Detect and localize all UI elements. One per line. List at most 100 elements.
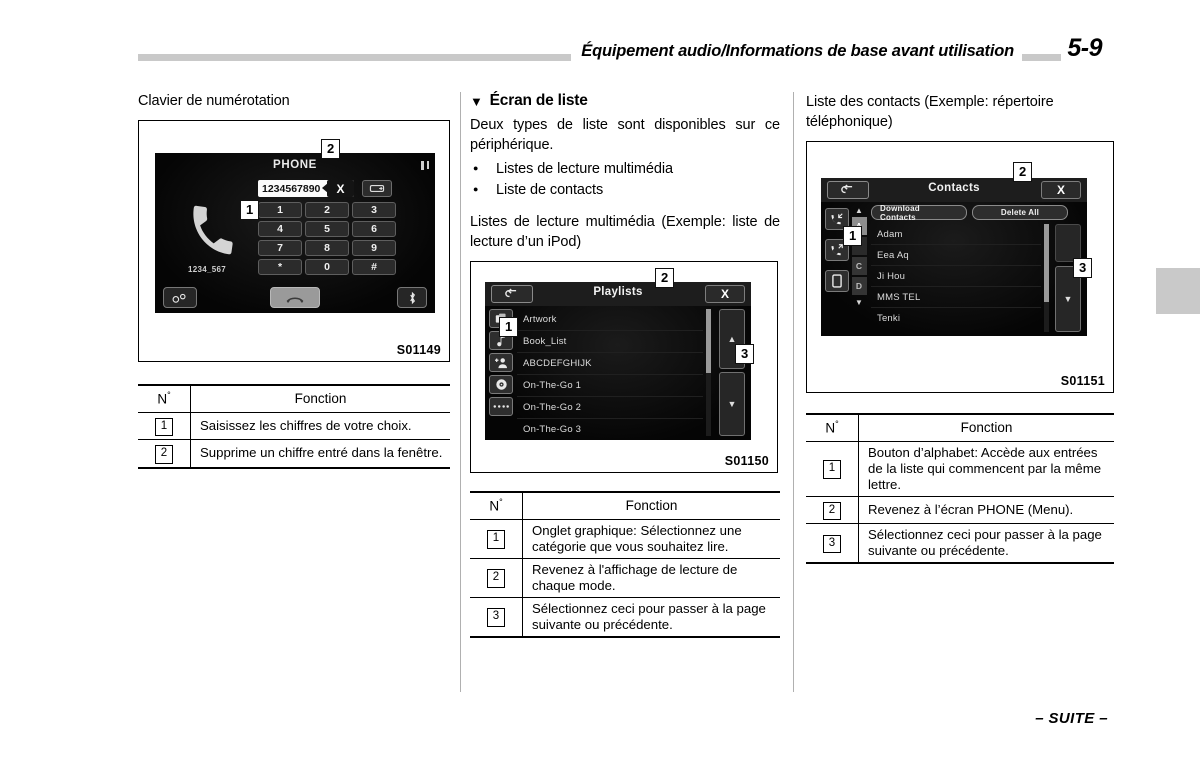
close-icon[interactable]: X (705, 285, 745, 303)
key-hash[interactable]: # (352, 259, 396, 275)
key-star[interactable]: * (258, 259, 302, 275)
key-4[interactable]: 4 (258, 221, 302, 237)
col-header-function: Fonction (190, 384, 450, 413)
key-8[interactable]: 8 (305, 240, 349, 256)
row-num-badge: 1 (487, 530, 505, 549)
column-divider-1 (460, 92, 461, 692)
col-header-number: N° (138, 384, 191, 413)
page-title: Équipement audio/Informations de base av… (571, 42, 1022, 61)
list-item: Listes de lecture multimédia (470, 158, 780, 180)
row-num-badge: 3 (487, 608, 505, 627)
table-row: 3 Sélectionnez ceci pour passer à la pag… (470, 596, 780, 638)
row-num-badge: 1 (823, 460, 841, 479)
scrollbar-thumb[interactable] (706, 309, 711, 373)
left-function-table: N° Fonction 1 Saisissez les chiffres de … (138, 384, 450, 469)
row-num-badge: 3 (823, 534, 841, 554)
row-text: Sélectionnez ceci pour passer à la page … (858, 523, 1114, 564)
delete-all-button[interactable]: Delete All (972, 205, 1068, 220)
right-section-heading: Liste des contacts (Exemple: répertoire … (806, 94, 1054, 130)
alpha-item-d[interactable]: D (851, 277, 867, 295)
list-item[interactable]: Adam (871, 224, 1041, 245)
list-item[interactable]: Eea Aq (871, 245, 1041, 266)
sub-number-label: 1234_567 (188, 265, 226, 274)
col-header-function: Fonction (858, 413, 1114, 442)
callout-2: 2 (1013, 162, 1033, 182)
person-icon[interactable] (489, 353, 513, 372)
list-item[interactable]: On-The-Go 1 (517, 375, 703, 397)
keypad-grid[interactable]: 1 2 3 4 5 6 7 8 9 * 0 # (258, 202, 396, 275)
col-header-number: N° (806, 413, 859, 442)
key-9[interactable]: 9 (352, 240, 396, 256)
bluetooth-icon[interactable] (397, 287, 427, 308)
key-3[interactable]: 3 (352, 202, 396, 218)
signal-icon (421, 161, 424, 170)
table-row: 2 Supprime un chiffre entré dans la fenê… (138, 439, 450, 469)
col-header-function: Fonction (522, 491, 780, 520)
list-item[interactable]: On-The-Go 2 (517, 397, 703, 419)
list-type-bullets: Listes de lecture multimédia Liste de co… (470, 158, 780, 201)
phone-device-icon[interactable] (825, 270, 849, 292)
call-handset-icon[interactable] (270, 287, 320, 308)
alpha-up-arrow-icon[interactable]: ▲ (855, 205, 863, 217)
chapter-edge-tab (1156, 268, 1200, 314)
key-7[interactable]: 7 (258, 240, 302, 256)
list-item[interactable]: Artwork (517, 309, 703, 331)
callout-3: 3 (1073, 258, 1093, 278)
contacts-action-buttons[interactable]: Download Contacts Delete All (871, 204, 1068, 222)
close-icon[interactable]: X (1041, 181, 1081, 199)
page-up-button[interactable] (1055, 224, 1081, 262)
continued-footer: – SUITE – (1035, 710, 1108, 727)
dots-icon[interactable] (489, 397, 513, 416)
settings-icon[interactable] (163, 287, 197, 308)
list-item[interactable]: ABCDEFGHIJK (517, 353, 703, 375)
key-5[interactable]: 5 (305, 221, 349, 237)
handset-icon (179, 197, 246, 271)
scrollbar-thumb[interactable] (1044, 224, 1049, 302)
row-num-badge: 1 (155, 417, 173, 436)
scrollbar-track[interactable] (706, 309, 711, 436)
callout-3: 3 (735, 344, 755, 364)
col-header-number: N° (470, 491, 523, 520)
redial-icon[interactable] (362, 180, 392, 197)
table-row: 1 Bouton d’alphabet: Accède aux entrées … (806, 440, 1114, 497)
keypad-figure: PHONE 1234_567 1234567890 X 1 2 3 4 5 6 … (138, 120, 450, 362)
disc-icon[interactable] (489, 375, 513, 394)
key-6[interactable]: 6 (352, 221, 396, 237)
key-0[interactable]: 0 (305, 259, 349, 275)
contacts-rows[interactable]: Adam Eea Aq Ji Hou MMS TEL Tenki (871, 224, 1041, 332)
figure-code: S01149 (396, 343, 441, 357)
delete-digit-button[interactable]: X (322, 180, 354, 197)
page-number: 5-9 (1061, 34, 1108, 63)
list-item[interactable]: Tenki (871, 308, 1041, 329)
alphabet-column[interactable]: ▲ A C D ▼ (851, 205, 867, 332)
list-item[interactable]: On-The-Go 3 (517, 419, 703, 440)
list-item[interactable]: Ji Hou (871, 266, 1041, 287)
download-contacts-button[interactable]: Download Contacts (871, 204, 967, 222)
contacts-figure: Contacts X ▲ C D ▼ Download Contacts Del… (806, 141, 1114, 393)
playlist-rows[interactable]: Artwork Book_List ABCDEFGHIJK On-The-Go … (517, 309, 703, 436)
callout-1: 1 (499, 317, 519, 337)
key-1[interactable]: 1 (258, 202, 302, 218)
alpha-down-arrow-icon[interactable]: ▼ (855, 297, 863, 309)
scrollbar-track[interactable] (1044, 224, 1049, 332)
page-down-button[interactable]: ▼ (719, 372, 745, 436)
alpha-item-c[interactable]: C (851, 257, 867, 275)
figure-code: S01150 (724, 454, 769, 468)
table-row: 3 Sélectionnez ceci pour passer à la pag… (806, 523, 1114, 564)
key-2[interactable]: 2 (305, 202, 349, 218)
table-row: 1 Saisissez les chiffres de votre choix. (138, 411, 450, 440)
row-num-badge: 2 (487, 569, 505, 588)
callout-2: 2 (321, 139, 341, 159)
contacts-category-tabs[interactable] (825, 208, 849, 292)
row-text: Saisissez les chiffres de votre choix. (190, 411, 450, 440)
mid-function-table: N° Fonction 1 Onglet graphique: Sélectio… (470, 491, 780, 638)
mid-section-heading: ▼ Écran de liste (470, 92, 588, 109)
list-item[interactable]: MMS TEL (871, 287, 1041, 308)
list-item[interactable]: Book_List (517, 331, 703, 353)
table-row: 2 Revenez à l’écran PHONE (Menu). (806, 495, 1114, 524)
phone-bottom-bar (155, 287, 435, 308)
left-section-heading: Clavier de numérotation (138, 93, 290, 109)
right-column: Liste des contacts (Exemple: répertoire … (806, 92, 1114, 564)
row-text: Sélectionnez ceci pour passer à la page … (522, 596, 780, 638)
list-item: Liste de contacts (470, 179, 780, 201)
